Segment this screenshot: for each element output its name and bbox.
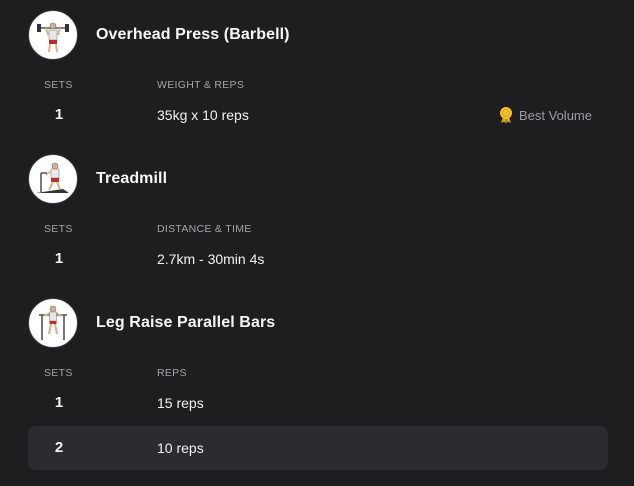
overhead-press-icon — [37, 22, 69, 53]
set-row: 1 15 reps — [28, 381, 608, 425]
set-value: 2.7km - 30min 4s — [157, 251, 265, 267]
sets-column-header: SETS — [44, 367, 73, 379]
exercise-header[interactable]: Overhead Press (Barbell) — [28, 10, 290, 60]
sets-column-header: SETS — [44, 79, 73, 91]
badge-label: Best Volume — [519, 107, 592, 123]
set-value: 10 reps — [157, 440, 204, 456]
sets-column-header: SETS — [44, 223, 73, 235]
medal-icon — [500, 107, 512, 124]
exercise-title[interactable]: Leg Raise Parallel Bars — [96, 314, 275, 332]
exercise-title[interactable]: Treadmill — [96, 170, 167, 188]
value-column-header: DISTANCE & TIME — [157, 223, 252, 235]
value-column-header: REPS — [157, 367, 187, 379]
treadmill-thumbnail[interactable] — [28, 154, 78, 204]
set-number: 1 — [54, 250, 64, 267]
exercise-header[interactable]: Treadmill — [28, 154, 167, 204]
overhead-press-thumbnail[interactable] — [28, 10, 78, 60]
set-row: 1 2.7km - 30min 4s — [28, 237, 608, 281]
exercise-header[interactable]: Leg Raise Parallel Bars — [28, 298, 275, 348]
set-row-highlighted: 2 10 reps — [28, 426, 608, 470]
leg-raise-thumbnail[interactable] — [28, 298, 78, 348]
leg-raise-icon — [39, 305, 67, 340]
value-column-header: WEIGHT & REPS — [157, 79, 245, 91]
best-volume-badge: Best Volume — [498, 93, 592, 137]
set-value: 35kg x 10 reps — [157, 107, 249, 123]
set-number: 1 — [54, 394, 64, 411]
set-number: 1 — [54, 106, 64, 123]
set-row: 1 35kg x 10 reps Best Volume — [28, 93, 608, 137]
exercise-title[interactable]: Overhead Press (Barbell) — [96, 26, 290, 44]
set-number: 2 — [54, 439, 64, 456]
treadmill-icon — [36, 162, 69, 193]
set-value: 15 reps — [157, 395, 204, 411]
